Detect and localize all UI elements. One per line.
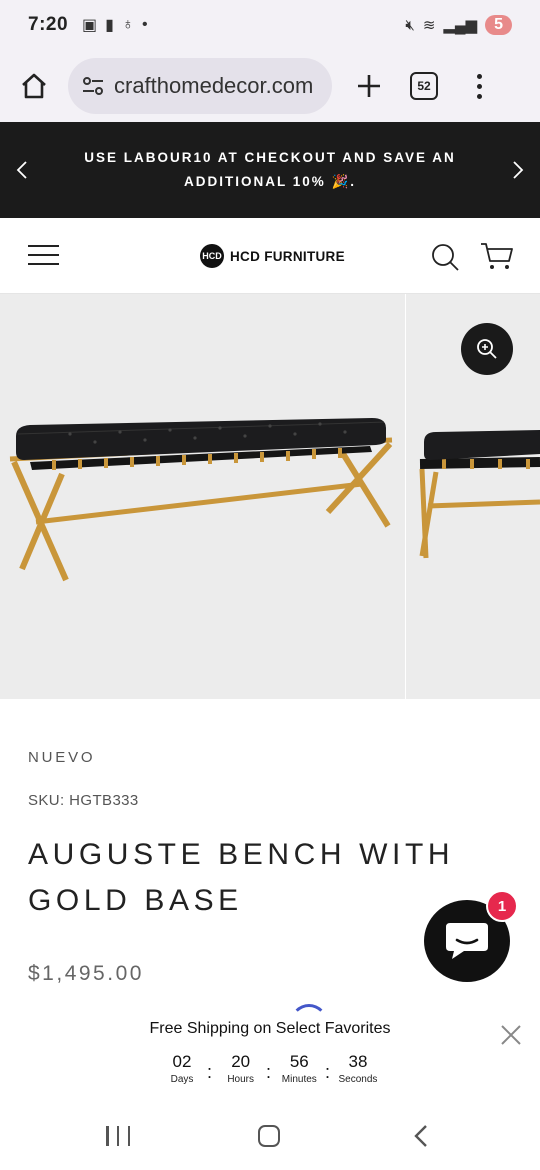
countdown-separator: :	[207, 1062, 213, 1082]
home-nav-button[interactable]	[258, 1125, 280, 1147]
logo-text: HCD FURNITURE	[230, 248, 345, 264]
dot-icon: •	[141, 16, 148, 33]
battery-indicator: 5	[485, 15, 512, 35]
countdown-hours-label: Hours	[227, 1074, 254, 1085]
back-icon[interactable]	[410, 1124, 432, 1148]
countdown-minutes-value: 56	[289, 1052, 309, 1071]
home-button[interactable]	[14, 66, 54, 106]
mute-icon: 🔇︎	[405, 16, 415, 34]
chevron-left-icon	[16, 161, 27, 179]
store-header: HCD HCD FURNITURE	[0, 218, 540, 294]
countdown-hours-value: 20	[231, 1052, 251, 1071]
status-time: 7:20	[28, 14, 69, 35]
browser-toolbar: crafthomedecor.com 52	[0, 50, 540, 122]
notification-icons: ▣ ▮ ♁ •	[82, 15, 148, 35]
recent-apps-button[interactable]	[106, 1126, 130, 1146]
system-icons: 🔇︎ ≋ ▂▄▆ 5	[405, 15, 512, 35]
countdown-days-value: 02	[172, 1052, 192, 1071]
announcement-text: USE LABOUR10 AT CHECKOUT AND SAVE AN ADD…	[84, 150, 456, 189]
countdown-minutes: 56 Minutes	[277, 1052, 321, 1085]
countdown-seconds: 38 Seconds	[336, 1052, 380, 1085]
countdown-seconds-value: 38	[348, 1052, 368, 1071]
product-image-main[interactable]	[0, 294, 405, 699]
countdown-title: Free Shipping on Select Favorites	[149, 1020, 391, 1037]
cart-icon[interactable]	[480, 241, 514, 271]
countdown-days: 02 Days	[160, 1052, 204, 1085]
address-bar[interactable]: crafthomedecor.com	[68, 58, 332, 114]
loading-spinner-icon	[290, 1004, 328, 1018]
store-logo[interactable]: HCD HCD FURNITURE	[200, 244, 345, 268]
announcement-prev-button[interactable]	[10, 158, 34, 182]
tab-switcher-button[interactable]: 52	[410, 72, 438, 100]
product-title: AUGUSTE BENCH WITH GOLD BASE	[28, 838, 455, 917]
countdown-days-label: Days	[170, 1074, 194, 1085]
product-gallery	[0, 294, 540, 699]
menu-icon[interactable]	[28, 245, 59, 265]
announcement-bar: USE LABOUR10 AT CHECKOUT AND SAVE AN ADD…	[0, 122, 540, 218]
chevron-right-icon	[513, 161, 524, 179]
chat-icon	[446, 923, 488, 959]
alert-icon: ▮	[105, 17, 114, 34]
sync-icon: ♁	[121, 16, 134, 33]
screenshot-icon: ▣	[82, 17, 98, 34]
product-sku: SKU: HGTB333	[28, 792, 139, 809]
system-navigation-bar	[0, 1100, 540, 1170]
countdown-seconds-label: Seconds	[338, 1074, 378, 1085]
home-icon	[22, 73, 46, 99]
product-price: $1,495.00	[28, 962, 144, 985]
announcement-next-button[interactable]	[506, 158, 530, 182]
site-settings-icon[interactable]	[82, 76, 108, 96]
logo-mark: HCD	[200, 244, 224, 268]
countdown-banner: Free Shipping on Select Favorites 02 Day…	[0, 1004, 540, 1100]
countdown-minutes-label: Minutes	[281, 1074, 317, 1085]
wifi-icon: ≋	[422, 17, 436, 34]
close-icon[interactable]	[500, 1024, 522, 1046]
countdown-hours: 20 Hours	[219, 1052, 263, 1085]
zoom-in-icon	[477, 339, 497, 359]
new-tab-button[interactable]	[352, 69, 386, 103]
countdown-separator: :	[325, 1062, 331, 1082]
url-text: crafthomedecor.com	[114, 73, 314, 98]
bench-illustration	[9, 418, 393, 582]
countdown-separator: :	[266, 1062, 272, 1082]
product-vendor[interactable]: NUEVO	[28, 749, 95, 766]
zoom-button[interactable]	[461, 323, 513, 375]
signal-icon: ▂▄▆	[443, 17, 478, 34]
browser-menu-button[interactable]	[474, 73, 484, 99]
status-bar: 7:20 ▣ ▮ ♁ • 🔇︎ ≋ ▂▄▆ 5	[0, 0, 540, 50]
chat-notification-badge: 1	[486, 890, 518, 922]
search-icon[interactable]	[430, 242, 460, 272]
plus-icon	[358, 75, 380, 97]
